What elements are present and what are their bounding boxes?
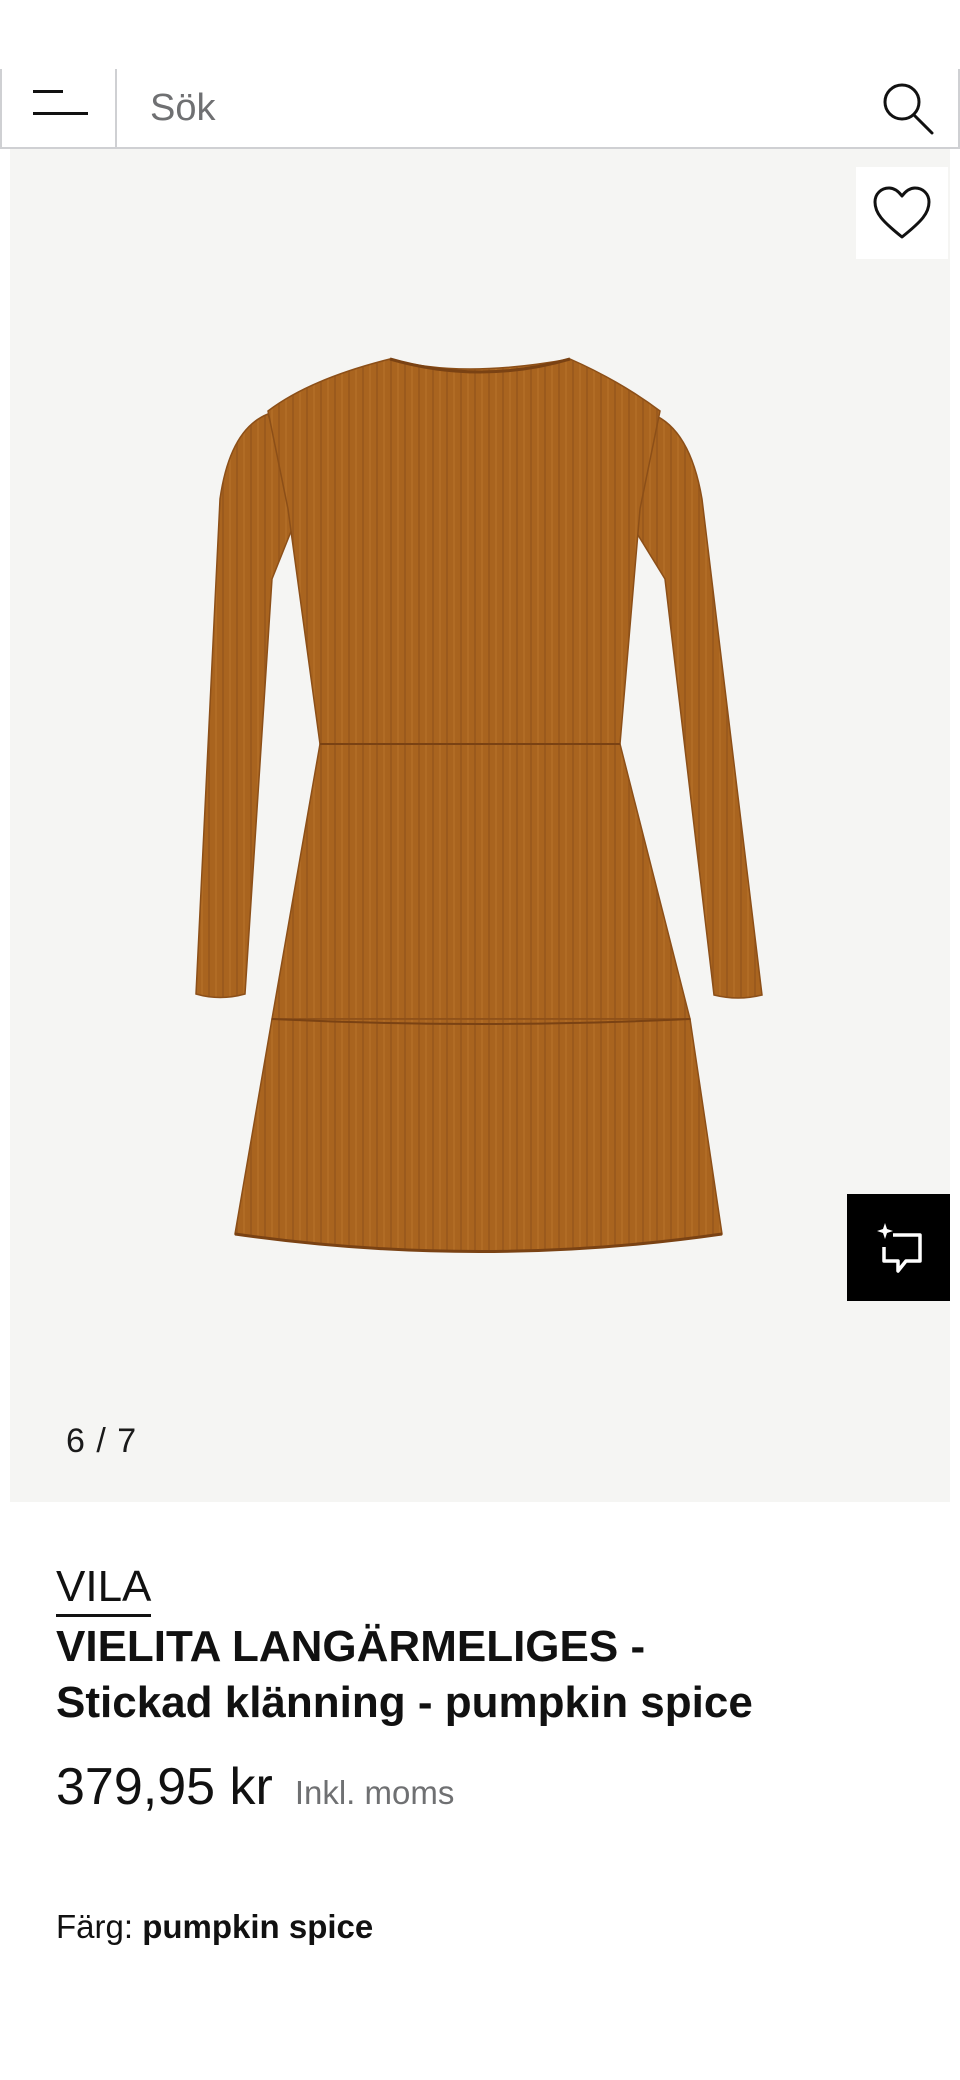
wishlist-button[interactable] — [856, 167, 948, 259]
search-input[interactable] — [117, 69, 858, 147]
color-label: Färg: — [56, 1908, 143, 1945]
color-info: Färg: pumpkin spice — [56, 1908, 373, 1946]
color-value: pumpkin spice — [142, 1908, 374, 1945]
product-image — [195, 357, 763, 1253]
feedback-button[interactable] — [847, 1194, 950, 1301]
product-info: VILA VIELITA LANGÄRMELIGES - Stickad klä… — [56, 1560, 916, 1817]
heart-icon — [873, 186, 931, 239]
menu-icon — [33, 90, 63, 93]
image-counter: 6 / 7 — [66, 1422, 138, 1460]
search-bar — [0, 69, 960, 149]
price: 379,95 kr — [56, 1758, 273, 1816]
brand-link[interactable]: VILA — [56, 1560, 152, 1617]
product-title-line2: Stickad klänning - pumpkin spice — [56, 1678, 753, 1727]
product-title-line1: VIELITA LANGÄRMELIGES - — [56, 1622, 646, 1671]
product-image-gallery[interactable]: 6 / 7 — [10, 149, 950, 1502]
menu-button[interactable] — [2, 69, 117, 147]
product-title: VIELITA LANGÄRMELIGES - Stickad klänning… — [56, 1619, 916, 1731]
menu-icon-line — [33, 112, 88, 115]
search-button[interactable] — [858, 69, 958, 147]
price-row: 379,95 kr Inkl. moms — [56, 1757, 916, 1817]
search-icon — [883, 83, 934, 135]
vat-note: Inkl. moms — [294, 1774, 455, 1811]
feedback-icon — [876, 1222, 922, 1273]
